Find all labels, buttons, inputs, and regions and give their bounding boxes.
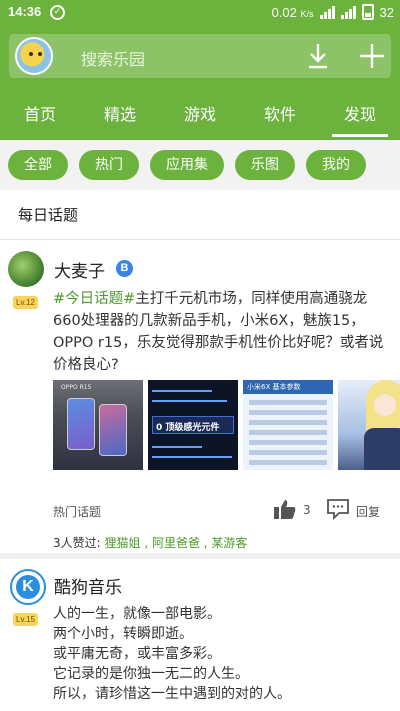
decor-line [152, 400, 227, 402]
download-icon[interactable] [307, 43, 329, 69]
chip-hot[interactable]: 热门 [79, 150, 139, 180]
post-body[interactable]: #今日话题#主打千元机市场，同样使用高通骁龙660处理器的几款新品手机，小米6X… [53, 288, 390, 376]
chip-all[interactable]: 全部 [8, 150, 68, 180]
post-line: 人的一生，就像一部电影。 [53, 606, 221, 622]
status-right: 0.02 K/s 32 [272, 4, 394, 20]
thumbnail-strip: OPPO R15 0 顶级感光元件 小米6X 基本参数 [53, 380, 400, 470]
post-body[interactable]: 人的一生，就像一部电影。 两个小时，转瞬即逝。 或平庸无奇，或丰富多彩。 它记录… [53, 604, 390, 704]
cell-signal-icon [340, 5, 356, 19]
table-row [249, 400, 327, 405]
phone-graphic [99, 404, 127, 456]
author-name[interactable]: 酷狗音乐 [54, 573, 122, 598]
phone-graphic [67, 398, 95, 450]
thumbnail-caption: 小米6X 基本参数 [247, 383, 301, 391]
table-row [249, 420, 327, 425]
user-avatar[interactable] [15, 37, 53, 75]
likers-names[interactable]: 狸猫姐 , 阿里爸爸 , 某游客 [105, 536, 248, 550]
tab-software[interactable]: 软件 [240, 98, 320, 140]
chip-pictures[interactable]: 乐图 [235, 150, 295, 180]
filter-chips: 全部 热门 应用集 乐图 我的 [0, 140, 400, 190]
post-card[interactable]: 大麦子 B Lv.12 #今日话题#主打千元机市场，同样使用高通骁龙660处理器… [0, 241, 400, 559]
plus-icon[interactable] [359, 43, 385, 69]
level-badge: Lv.12 [13, 296, 38, 309]
network-speed: 0.02 K/s [271, 4, 314, 20]
likers-prefix: 3人赞过: [53, 536, 101, 550]
main-tabs: 首页 精选 游戏 软件 发现 [0, 98, 400, 140]
table-row [249, 440, 327, 445]
thumbnail-image[interactable]: OPPO R15 [53, 380, 143, 470]
character-dress [364, 428, 400, 470]
reply-icon[interactable] [326, 498, 350, 520]
author-name[interactable]: 大麦子 [54, 257, 105, 282]
topic-tag[interactable]: #今日话题# [53, 291, 135, 307]
chip-app-collections[interactable]: 应用集 [150, 150, 224, 180]
table-row [249, 410, 327, 415]
kugou-logo-icon: K [16, 575, 40, 599]
level-badge: Lv.15 [13, 613, 38, 626]
post-line: 或平庸无奇，或丰富多彩。 [53, 646, 221, 662]
search-bar[interactable]: 搜索乐园 [9, 34, 391, 78]
post-line: 两个小时，转瞬即逝。 [53, 626, 193, 642]
hot-topic-label[interactable]: 热门话题 [53, 503, 101, 520]
character-face [374, 394, 396, 416]
tab-games[interactable]: 游戏 [160, 98, 240, 140]
post-line: 所以，请珍惜这一生中遇到的对的人。 [53, 686, 291, 702]
table-row [249, 450, 327, 455]
like-count: 3 [303, 503, 311, 517]
post-line: 它记录的是你独一无二的人生。 [53, 666, 249, 682]
wifi-signal-icon [319, 5, 335, 19]
tab-featured[interactable]: 精选 [80, 98, 160, 140]
check-circle-icon: ✓ [50, 5, 65, 20]
verified-badge-icon: B [116, 260, 133, 277]
status-bar: 14:36 ✓ 0.02 K/s 32 [0, 0, 400, 26]
battery-level: 32 [379, 4, 394, 20]
thumbnail-caption: OPPO R15 [61, 384, 92, 391]
table-row [249, 460, 327, 465]
decor-line [152, 446, 202, 448]
thumbnail-image[interactable]: 小米6X 基本参数 [243, 380, 333, 470]
decor-line [152, 390, 212, 392]
chip-mine[interactable]: 我的 [306, 150, 366, 180]
search-input[interactable]: 搜索乐园 [81, 46, 145, 70]
thumbnail-image[interactable]: 0 顶级感光元件 [148, 380, 238, 470]
post-card[interactable]: K 酷狗音乐 Lv.15 人的一生，就像一部电影。 两个小时，转瞬即逝。 或平庸… [0, 560, 400, 711]
app-header: 搜索乐园 首页 精选 游戏 软件 发现 [0, 26, 400, 140]
likers-line: 3人赞过: 狸猫姐 , 阿里爸爸 , 某游客 [53, 534, 247, 551]
thumbnail-caption: 0 顶级感光元件 [156, 423, 220, 433]
tab-home[interactable]: 首页 [0, 98, 80, 140]
tab-discover[interactable]: 发现 [320, 98, 400, 140]
decor-line [152, 456, 232, 458]
status-time: 14:36 [8, 4, 42, 19]
reply-button[interactable]: 回复 [356, 503, 380, 520]
author-avatar[interactable]: K [10, 569, 46, 605]
battery-icon [361, 4, 374, 20]
table-row [249, 430, 327, 435]
author-avatar[interactable] [8, 251, 44, 287]
section-title: 每日话题 [0, 190, 400, 240]
thumbnail-image[interactable] [338, 380, 400, 470]
like-icon[interactable] [274, 499, 296, 519]
